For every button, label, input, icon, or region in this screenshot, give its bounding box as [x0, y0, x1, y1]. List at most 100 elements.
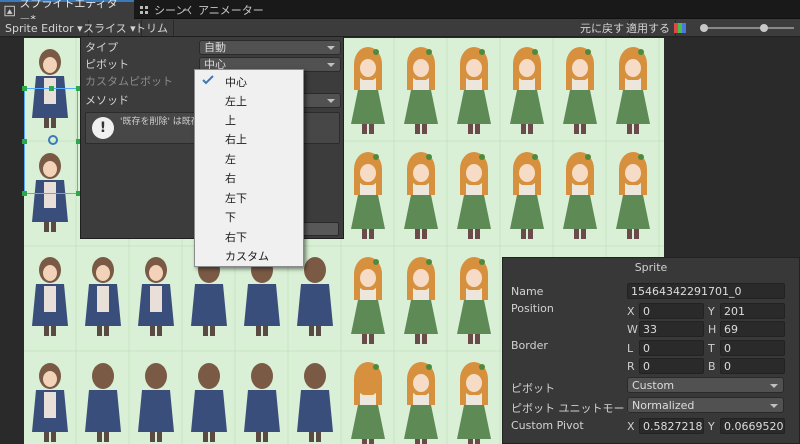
custom-pivot-x-field[interactable]: 0.5827218 [639, 418, 704, 434]
type-value: 自動 [204, 41, 226, 54]
chevron-down-icon [327, 98, 335, 103]
sprite-frame [138, 257, 174, 336]
sprite-frame [191, 257, 227, 336]
sprite-frame [457, 257, 491, 344]
type-select[interactable]: 自動 [199, 39, 341, 55]
type-label: タイプ [85, 41, 118, 54]
sprite-frame [85, 363, 121, 442]
position-y-field[interactable]: 201 [720, 303, 785, 319]
x-label: X [627, 305, 635, 318]
pivot-unit-value: Normalized [632, 398, 695, 412]
b-label: B [708, 360, 716, 373]
dropdown-item-label: 左下 [225, 191, 247, 205]
y-label: Y [708, 305, 715, 318]
tab-animator[interactable]: アニメーター [178, 0, 270, 19]
sprite-frame [457, 362, 491, 444]
width-field[interactable]: 33 [639, 321, 704, 337]
sprite-frame [297, 257, 333, 336]
border-b-field[interactable]: 0 [720, 358, 785, 374]
animator-icon [183, 5, 192, 14]
sprite-frame [404, 257, 438, 344]
pivot-value: Custom [632, 378, 675, 392]
resize-handle[interactable] [22, 191, 27, 196]
tab-sprite-editor[interactable]: スプライトエディター* [0, 0, 134, 26]
pivot-dropdown-menu: 中心 左上 上 右上 左 右 左下 下 右下 カスタム [194, 69, 304, 267]
name-field[interactable]: 15464342291701_0 [627, 283, 785, 299]
apply-button[interactable]: 適用する [621, 20, 676, 36]
dropdown-item[interactable]: 上 [195, 110, 303, 129]
toolbar: Sprite Editor ▾ スライス ▾ トリム 元に戻す 適用する [0, 19, 800, 37]
zoom-slider[interactable] [698, 24, 798, 32]
sprite-frame [404, 152, 438, 239]
l-label: L [627, 342, 634, 355]
pivot-label: ピボット [511, 382, 555, 395]
sprite-frame [404, 362, 438, 444]
trim-button[interactable]: トリム [130, 20, 174, 36]
tab-bar: スプライトエディター* シーン アニメーター [0, 0, 800, 26]
sprite-editor-icon [4, 5, 15, 16]
chevron-down-icon [327, 45, 335, 50]
pivot-unit-label: ピボット ユニットモード [511, 402, 636, 415]
sprite-frame [457, 47, 491, 134]
rgb-icon [674, 22, 686, 33]
sprite-frame [244, 363, 280, 442]
mode-dropdown[interactable]: Sprite Editor ▾ [0, 20, 89, 36]
dropdown-item[interactable]: 下 [195, 207, 303, 226]
dropdown-item[interactable]: 右 [195, 168, 303, 187]
resize-handle[interactable] [22, 86, 27, 91]
sprite-frame [32, 257, 68, 336]
dropdown-item[interactable]: 左下 [195, 188, 303, 207]
dropdown-item-label: 左上 [225, 94, 247, 108]
dropdown-item-label: 右上 [225, 132, 247, 146]
dropdown-item-label: 右下 [225, 230, 247, 244]
custom-pivot-label: Custom Pivot [511, 419, 584, 432]
border-l-field[interactable]: 0 [639, 340, 704, 356]
dropdown-item-label: 左 [225, 152, 236, 166]
sprite-frame [563, 47, 597, 134]
method-label: メソッド [85, 94, 129, 107]
dropdown-item[interactable]: 中心 [195, 72, 303, 91]
dropdown-item[interactable]: 右下 [195, 227, 303, 246]
pivot-select[interactable]: Custom [627, 377, 784, 393]
type-row: タイプ 自動 [85, 39, 341, 55]
chevron-down-icon [327, 62, 335, 67]
cp-y-label: Y [708, 420, 715, 433]
sprite-frame [351, 362, 385, 444]
sprite-frame [244, 257, 280, 336]
slider-thumb-right[interactable] [760, 24, 768, 32]
info-icon: ! [92, 117, 114, 139]
dropdown-item[interactable]: 右上 [195, 129, 303, 148]
position-x-field[interactable]: 0 [639, 303, 704, 319]
color-channel-icon[interactable] [674, 22, 686, 33]
dropdown-item-label: 下 [225, 210, 236, 224]
height-field[interactable]: 69 [720, 321, 785, 337]
sprite-frame [510, 47, 544, 134]
sprite-inspector-title: Sprite [634, 261, 668, 274]
dropdown-item-label: 中心 [225, 75, 247, 89]
scene-icon [140, 5, 148, 14]
slider-track [702, 27, 794, 29]
checkmark-icon [202, 75, 214, 85]
w-label: W [627, 323, 638, 336]
dropdown-item-label: カスタム [225, 249, 269, 263]
sprite-frame [191, 363, 227, 442]
pivot-handle[interactable] [48, 135, 58, 145]
custom-pivot-y-field[interactable]: 0.06695203 [720, 418, 785, 434]
sprite-frame [351, 152, 385, 239]
dropdown-item-label: 上 [225, 113, 236, 127]
dropdown-item[interactable]: 左上 [195, 91, 303, 110]
sprite-frame [351, 257, 385, 344]
border-r-field[interactable]: 0 [639, 358, 704, 374]
name-label: Name [511, 285, 544, 298]
resize-handle[interactable] [49, 86, 54, 91]
slider-thumb-left[interactable] [700, 24, 708, 32]
pivot-unit-select[interactable]: Normalized [627, 397, 784, 413]
custom-pivot-label: カスタムピボット [85, 75, 173, 88]
resize-handle[interactable] [22, 139, 27, 144]
sprite-frame [457, 152, 491, 239]
border-t-field[interactable]: 0 [720, 340, 785, 356]
sprite-frame [616, 152, 650, 239]
sprite-inspector: Sprite Name 15464342291701_0 Position X … [502, 257, 800, 444]
dropdown-item[interactable]: 左 [195, 149, 303, 168]
dropdown-item[interactable]: カスタム [195, 246, 303, 265]
